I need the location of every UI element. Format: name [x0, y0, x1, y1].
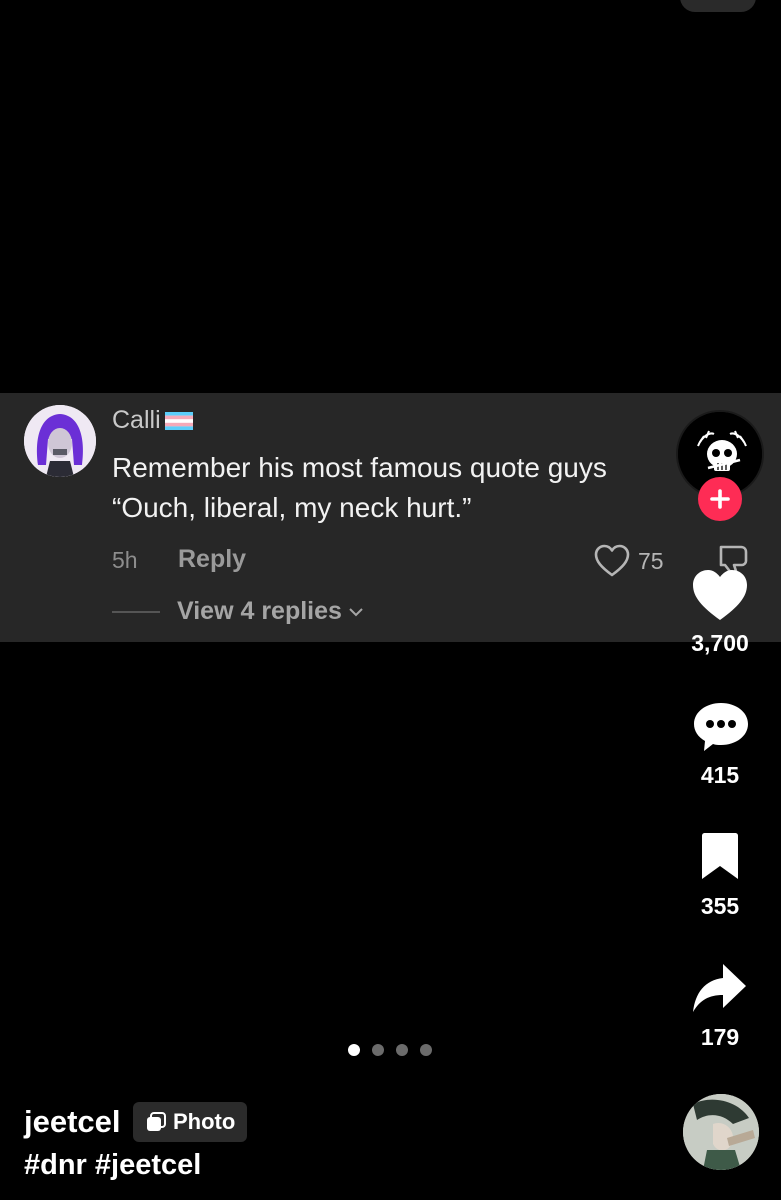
- view-replies-button[interactable]: View 4 replies: [177, 597, 364, 626]
- photo-stack-icon: [147, 1112, 166, 1131]
- comment-text-line-2: “Ouch, liberal, my neck hurt.”: [112, 492, 472, 523]
- comment-text-line-1: Remember his most famous quote guys: [112, 452, 607, 483]
- comment-time: 5h: [112, 547, 138, 573]
- transgender-flag-icon: [164, 411, 193, 430]
- comment-like-count: 75: [638, 548, 664, 574]
- chevron-down-icon: [349, 607, 363, 616]
- author-username[interactable]: jeetcel: [24, 1104, 121, 1140]
- comment-bubble-icon[interactable]: [692, 700, 750, 754]
- comment-heart-icon[interactable]: [594, 544, 630, 578]
- share-arrow-icon[interactable]: [691, 962, 747, 1014]
- plus-icon: [710, 489, 730, 509]
- photo-badge: Photo: [133, 1102, 248, 1142]
- save-count: 355: [700, 893, 740, 919]
- carousel-dot[interactable]: [348, 1044, 360, 1056]
- comment-username[interactable]: Calli: [112, 406, 193, 435]
- post-hashtags[interactable]: #dnr #jeetcel: [24, 1149, 201, 1182]
- share-count: 179: [700, 1024, 740, 1050]
- follow-button[interactable]: [698, 477, 742, 521]
- view-replies-label[interactable]: View 4 replies: [177, 597, 342, 626]
- carousel-dot[interactable]: [396, 1044, 408, 1056]
- top-pill-button[interactable]: [680, 0, 756, 12]
- like-count: 3,700: [691, 630, 749, 656]
- like-heart-icon[interactable]: [691, 568, 749, 622]
- username-text[interactable]: Calli: [112, 406, 161, 435]
- carousel-indicator: [348, 1044, 432, 1056]
- carousel-dot[interactable]: [420, 1044, 432, 1056]
- comment-count: 415: [700, 762, 740, 788]
- replies-divider: [112, 611, 160, 613]
- carousel-dot[interactable]: [372, 1044, 384, 1056]
- commenter-avatar[interactable]: [24, 405, 96, 477]
- reply-button[interactable]: Reply: [178, 545, 246, 574]
- music-album-art-icon: [683, 1094, 759, 1170]
- music-disc[interactable]: [683, 1094, 759, 1170]
- comment-text: Remember his most famous quote guys “Ouc…: [112, 448, 672, 528]
- bookmark-icon[interactable]: [698, 832, 742, 882]
- photo-badge-label: Photo: [173, 1109, 236, 1134]
